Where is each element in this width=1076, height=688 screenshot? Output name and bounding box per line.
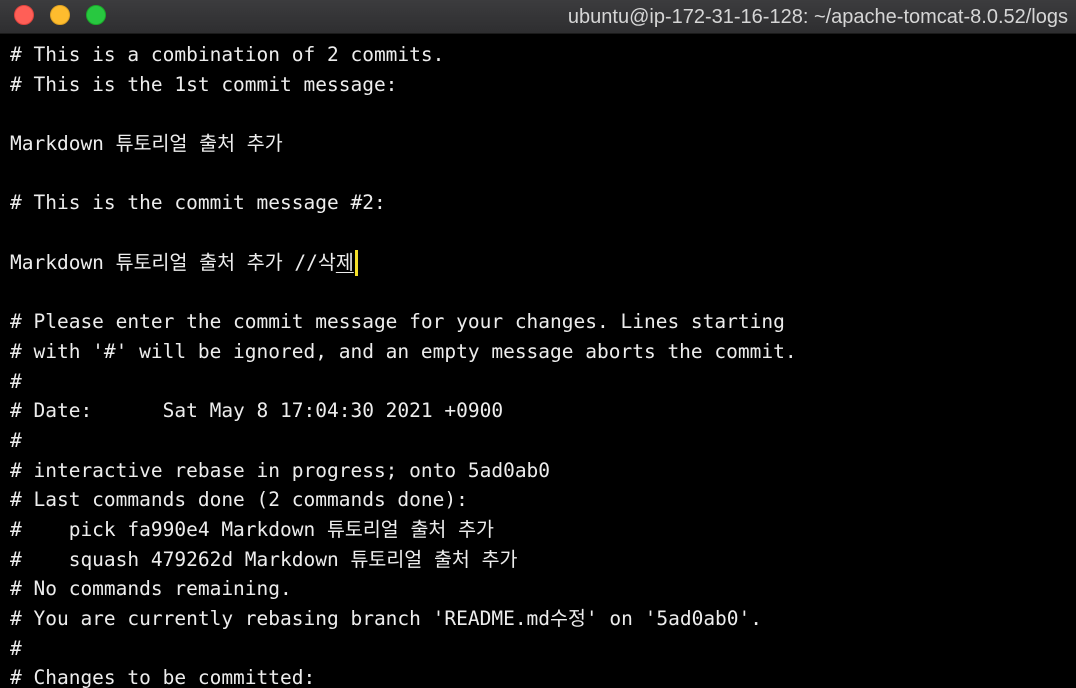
composing-character: 제 [335, 250, 354, 274]
terminal-line: # [10, 369, 22, 393]
terminal-line: # [10, 428, 22, 452]
terminal-line: # Please enter the commit message for yo… [10, 310, 785, 334]
text-cursor [354, 250, 358, 277]
terminal-line: # This is the 1st commit message: [10, 72, 398, 96]
maximize-window-button[interactable] [86, 5, 106, 25]
terminal-line: # pick fa990e4 Markdown 튜토리얼 출처 추가 [10, 518, 494, 541]
terminal-line: # [10, 636, 22, 660]
terminal-line: # You are currently rebasing branch 'REA… [10, 607, 763, 631]
window-title: ubuntu@ip-172-31-16-128: ~/apache-tomcat… [567, 6, 1068, 28]
terminal-line: # squash 479262d Markdown 튜토리얼 출처 추가 [10, 547, 518, 571]
terminal-line-text: Markdown 튜토리얼 출처 추가 //삭 [10, 250, 336, 274]
terminal-line: Markdown 튜토리얼 출처 추가 [10, 132, 283, 156]
terminal-line: # Changes to be committed: [10, 666, 316, 688]
title-bar[interactable]: ubuntu@ip-172-31-16-128: ~/apache-tomcat… [0, 0, 1076, 34]
terminal-line: # This is a combination of 2 commits. [10, 43, 445, 66]
terminal-content[interactable]: # This is a combination of 2 commits. # … [0, 34, 1076, 688]
terminal-line: # with '#' will be ignored, and an empty… [10, 339, 797, 363]
terminal-line: # interactive rebase in progress; onto 5… [10, 458, 551, 482]
terminal-line: # No commands remaining. [10, 577, 292, 601]
terminal-window: ubuntu@ip-172-31-16-128: ~/apache-tomcat… [0, 0, 1076, 688]
terminal-line: # This is the commit message #2: [10, 191, 386, 215]
terminal-line: # Date: Sat May 8 17:04:30 2021 +0900 [10, 399, 504, 423]
terminal-line-editing[interactable]: Markdown 튜토리얼 출처 추가 //삭제 [10, 248, 1076, 278]
terminal-line: # Last commands done (2 commands done): [10, 488, 468, 512]
close-window-button[interactable] [14, 5, 34, 25]
minimize-window-button[interactable] [50, 5, 70, 25]
